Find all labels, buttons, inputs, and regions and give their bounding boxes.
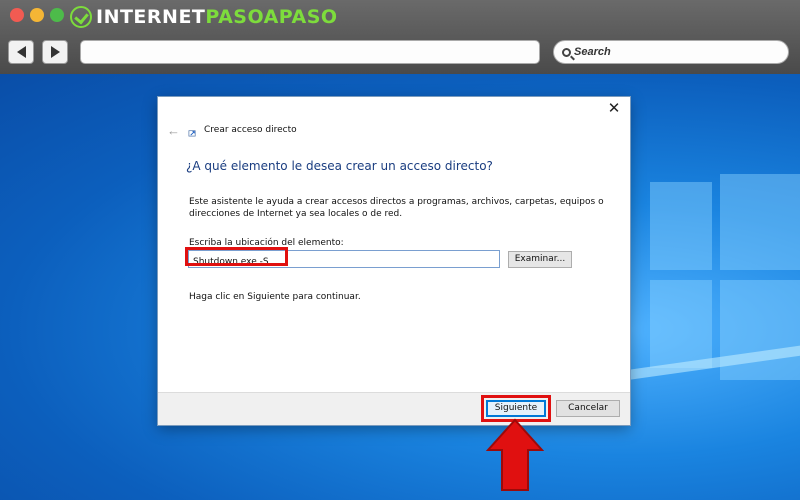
wallpaper-pane (720, 174, 800, 270)
create-shortcut-dialog: ✕ ← Crear acceso directo ¿A qué elemento… (158, 97, 630, 425)
close-icon[interactable]: ✕ (606, 101, 622, 117)
location-field[interactable] (188, 250, 500, 270)
forward-button[interactable] (42, 40, 68, 64)
site-logo: INTERNETPASOAPASO (70, 4, 338, 30)
browser-chrome: INTERNETPASOAPASO Search (0, 0, 800, 74)
address-bar[interactable] (80, 40, 540, 64)
minimize-window-button[interactable] (30, 8, 44, 22)
browse-button[interactable]: Examinar... (508, 251, 572, 268)
next-button[interactable]: Siguiente (486, 400, 546, 417)
back-arrow-icon (16, 46, 26, 58)
wizard-heading: ¿A qué elemento le desea crear un acceso… (186, 159, 493, 173)
location-label: Escriba la ubicación del elemento: (189, 238, 344, 248)
close-window-button[interactable] (10, 8, 24, 22)
forward-arrow-icon (50, 46, 60, 58)
cancel-button[interactable]: Cancelar (556, 400, 620, 417)
wallpaper-pane (650, 182, 712, 270)
logo-text: INTERNETPASOAPASO (96, 6, 338, 28)
logo-prefix: INTERNET (96, 6, 206, 28)
search-placeholder: Search (574, 46, 611, 58)
search-bar[interactable]: Search (553, 40, 789, 64)
wallpaper-pane (650, 280, 712, 368)
wizard-title: Crear acceso directo (204, 125, 297, 135)
wizard-description: Este asistente le ayuda a crear accesos … (189, 197, 604, 219)
shortcut-icon (188, 130, 196, 137)
title-bar: INTERNETPASOAPASO (0, 0, 800, 34)
continue-hint: Haga clic en Siguiente para continuar. (189, 292, 361, 302)
logo-accent: PASOAPASO (205, 6, 338, 28)
logo-check-icon (70, 6, 92, 28)
location-input[interactable] (189, 254, 499, 270)
browser-toolbar: Search (0, 34, 800, 74)
search-icon (562, 47, 571, 57)
annotation-arrow-icon (486, 418, 544, 491)
back-button[interactable] (8, 40, 34, 64)
maximize-window-button[interactable] (50, 8, 64, 22)
dialog-footer: Siguiente Cancelar (158, 392, 630, 425)
back-arrow-icon[interactable]: ← (167, 123, 180, 138)
